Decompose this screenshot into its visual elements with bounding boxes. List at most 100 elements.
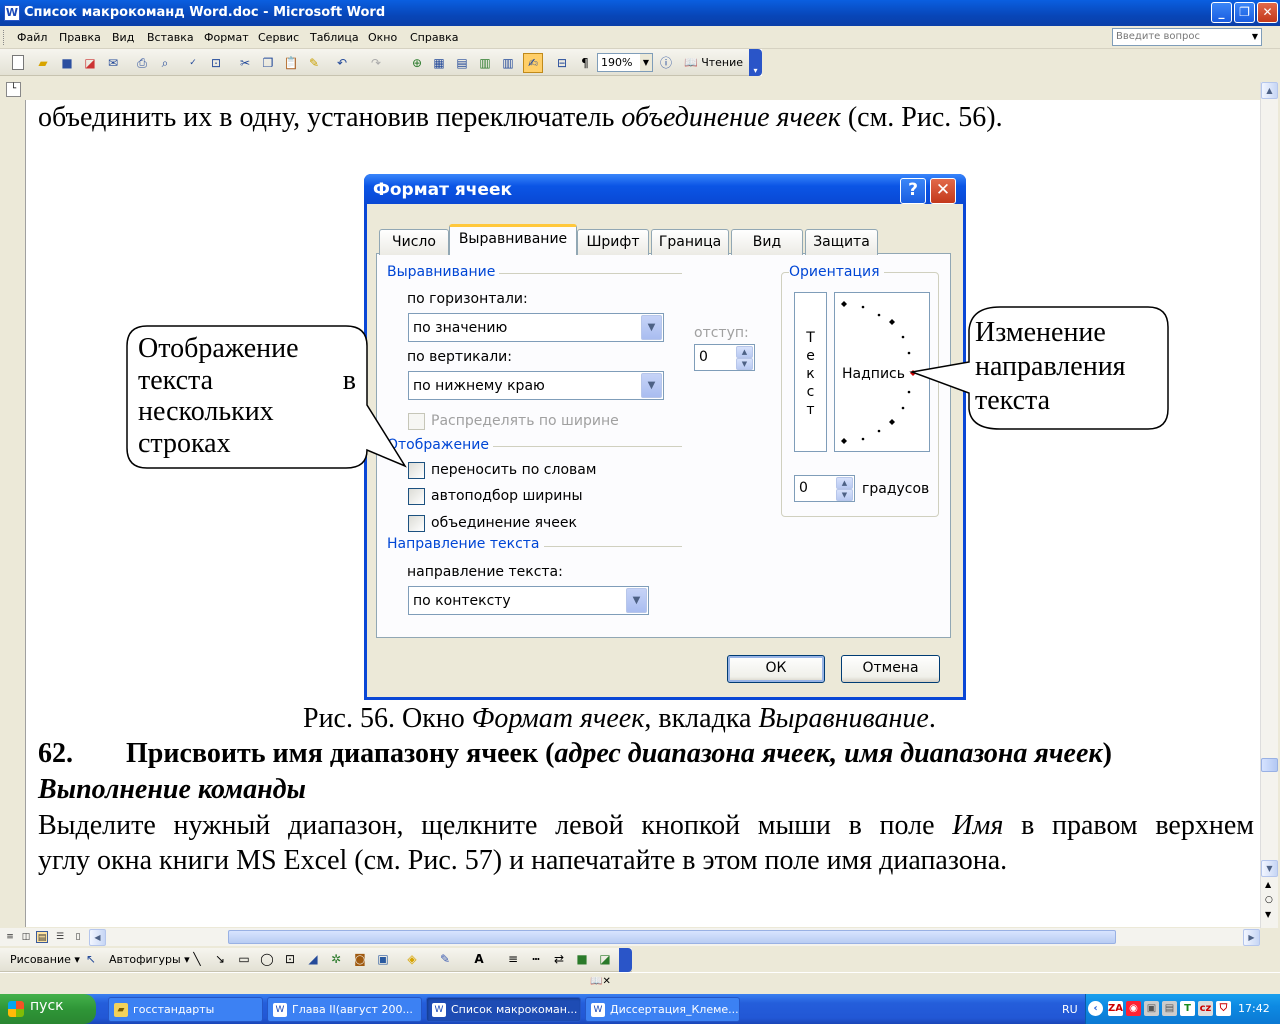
menu-view[interactable]: Вид: [112, 31, 134, 44]
wordart-icon[interactable]: ◢: [305, 951, 321, 967]
tables-borders-icon[interactable]: ▦: [431, 55, 447, 71]
tab-patterns[interactable]: Вид: [731, 229, 803, 255]
wrap-text-checkbox[interactable]: [408, 462, 425, 479]
tray-za-icon[interactable]: ZA: [1108, 1001, 1123, 1016]
dash-style-icon[interactable]: ┅: [528, 951, 544, 967]
print-layout-icon[interactable]: ▤: [36, 931, 48, 943]
print-icon[interactable]: ⎙: [134, 55, 150, 71]
spin-up-icon[interactable]: ▲: [736, 346, 753, 358]
font-color-icon[interactable]: A: [471, 951, 487, 967]
tray-collapse-icon[interactable]: ‹: [1088, 1001, 1103, 1016]
language-indicator[interactable]: RU: [1062, 1003, 1078, 1016]
vertical-text-box[interactable]: Т е к с т: [794, 292, 827, 452]
undo-icon[interactable]: ↶: [334, 55, 350, 71]
spelling-status-icon[interactable]: 📖✕: [590, 976, 611, 987]
copy-icon[interactable]: ❐: [260, 55, 276, 71]
horizontal-select[interactable]: по значению ▼: [408, 313, 664, 342]
vertical-select[interactable]: по нижнему краю ▼: [408, 371, 664, 400]
arrow-icon[interactable]: ↘: [212, 951, 228, 967]
ask-dropdown-icon[interactable]: ▼: [1249, 29, 1261, 45]
dialog-close-button[interactable]: ✕: [930, 178, 956, 204]
menu-tools[interactable]: Сервис: [258, 31, 299, 44]
autoshapes-menu-button[interactable]: Автофигуры ▾: [109, 953, 190, 966]
redo-icon[interactable]: ↷: [368, 55, 384, 71]
chevron-down-icon[interactable]: ▼: [626, 588, 647, 613]
browse-object-icon[interactable]: ○: [1265, 895, 1273, 905]
insert-excel-icon[interactable]: ▥: [477, 55, 493, 71]
next-page-icon[interactable]: ▼: [1265, 910, 1271, 919]
tab-alignment[interactable]: Выравнивание: [449, 224, 577, 255]
web-view-icon[interactable]: ◫: [20, 931, 32, 943]
spin-up-icon[interactable]: ▲: [836, 477, 853, 489]
line-icon[interactable]: ╲: [189, 951, 205, 967]
tray-t-icon[interactable]: T: [1180, 1001, 1195, 1016]
menu-edit[interactable]: Правка: [59, 31, 101, 44]
show-hide-icon[interactable]: ¶: [577, 55, 593, 71]
dialog-help-button[interactable]: ?: [900, 178, 926, 204]
chevron-down-icon[interactable]: ▼: [641, 373, 662, 398]
cancel-button[interactable]: Отмена: [841, 655, 940, 683]
cut-icon[interactable]: ✂: [237, 55, 253, 71]
rectangle-icon[interactable]: ▭: [236, 951, 252, 967]
hyperlink-icon[interactable]: ⊕: [409, 55, 425, 71]
tab-selector-icon[interactable]: └: [6, 82, 21, 97]
scroll-right-icon[interactable]: ▶: [1243, 929, 1260, 946]
tray-network-icon[interactable]: ▣: [1144, 1001, 1159, 1016]
spelling-icon[interactable]: ✓: [185, 55, 201, 71]
minimize-button[interactable]: _: [1211, 2, 1232, 23]
taskbar-item-folder[interactable]: ▰ госстандарты: [108, 997, 263, 1022]
email-icon[interactable]: ✉: [105, 55, 121, 71]
tab-number[interactable]: Число: [379, 229, 449, 255]
tray-shield-icon[interactable]: ⛉: [1216, 1001, 1231, 1016]
line-color-icon[interactable]: ✎: [437, 951, 453, 967]
normal-view-icon[interactable]: ≡: [4, 931, 16, 943]
taskbar-item-word-1[interactable]: W Глава II(август 200...: [267, 997, 422, 1022]
spin-down-icon[interactable]: ▼: [736, 358, 753, 370]
menu-window[interactable]: Окно: [368, 31, 397, 44]
menu-format[interactable]: Формат: [204, 31, 249, 44]
tab-protection[interactable]: Защита: [805, 229, 878, 255]
select-objects-icon[interactable]: ↖: [83, 951, 99, 967]
outline-view-icon[interactable]: ☰: [54, 931, 66, 943]
autofit-checkbox[interactable]: [408, 488, 425, 505]
tab-font[interactable]: Шрифт: [577, 229, 649, 255]
ok-button[interactable]: ОК: [727, 655, 825, 683]
vertical-scrollbar[interactable]: ▲ ▼ ▲ ○ ▼: [1260, 82, 1278, 928]
insert-table-icon[interactable]: ▤: [454, 55, 470, 71]
orientation-dial[interactable]: Надпись: [834, 292, 930, 452]
toolbar-options-icon[interactable]: ▾: [749, 49, 762, 76]
fill-color-icon[interactable]: ◈: [404, 951, 420, 967]
clipart-icon[interactable]: ◙: [352, 951, 368, 967]
3d-style-icon[interactable]: ◪: [597, 951, 613, 967]
horizontal-scroll-thumb[interactable]: [228, 930, 1116, 944]
textbox-icon[interactable]: ⊡: [282, 951, 298, 967]
scroll-left-icon[interactable]: ◀: [89, 929, 106, 946]
scroll-down-icon[interactable]: ▼: [1261, 860, 1278, 877]
draw-menu-button[interactable]: Рисование ▾: [10, 953, 80, 966]
zoom-combo[interactable]: 190% ▼: [597, 53, 653, 72]
degrees-spinner[interactable]: 0 ▲ ▼: [794, 475, 855, 502]
open-folder-icon[interactable]: ▰: [35, 55, 51, 71]
drawing-icon[interactable]: ✍: [523, 53, 543, 73]
print-preview-icon[interactable]: ⌕: [157, 55, 173, 71]
permission-icon[interactable]: ◪: [82, 55, 98, 71]
prev-page-icon[interactable]: ▲: [1265, 880, 1271, 889]
menu-insert[interactable]: Вставка: [147, 31, 194, 44]
ask-question-input[interactable]: Введите вопрос ▼: [1112, 28, 1262, 46]
reading-view-icon[interactable]: ▯: [72, 931, 84, 943]
drawing-toolbar-options-icon[interactable]: [619, 948, 632, 972]
spin-down-icon[interactable]: ▼: [836, 489, 853, 501]
indent-spinner[interactable]: 0 ▲ ▼: [694, 344, 755, 371]
tray-cz-icon[interactable]: cz: [1198, 1001, 1213, 1016]
format-painter-icon[interactable]: ✎: [306, 55, 322, 71]
zoom-dropdown-icon[interactable]: ▼: [640, 54, 652, 71]
help-icon[interactable]: ⓘ: [658, 55, 674, 71]
new-document-icon[interactable]: [12, 55, 24, 70]
merge-cells-checkbox[interactable]: [408, 515, 425, 532]
direction-select[interactable]: по контексту ▼: [408, 586, 649, 615]
save-icon[interactable]: ■: [59, 55, 75, 71]
taskbar-item-word-3[interactable]: W Диссертация_Клеме...: [585, 997, 740, 1022]
close-button[interactable]: ✕: [1257, 2, 1278, 23]
start-button[interactable]: пуск: [0, 994, 96, 1024]
reading-mode-button[interactable]: 📖 Чтение: [684, 56, 743, 69]
